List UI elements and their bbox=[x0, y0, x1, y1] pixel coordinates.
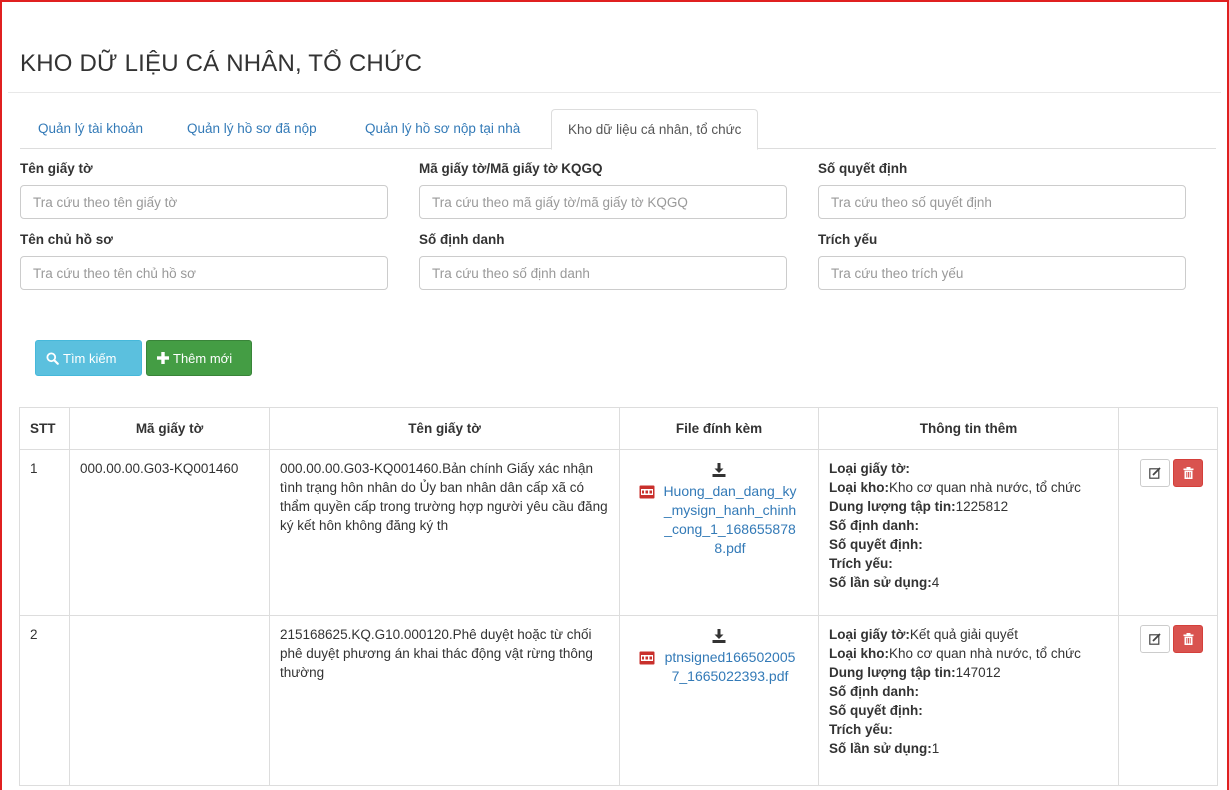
download-icon[interactable] bbox=[711, 462, 727, 478]
tab-submitted-records[interactable]: Quản lý hồ sơ đã nộp bbox=[187, 109, 317, 149]
tab-account-management[interactable]: Quản lý tài khoản bbox=[38, 109, 143, 149]
row-actions bbox=[1118, 449, 1218, 616]
document-code-label: Mã giấy tờ/Mã giấy tờ KQGQ bbox=[419, 161, 603, 176]
row-document-name: 000.00.00.G03-KQ001460.Bản chính Giấy xá… bbox=[269, 449, 620, 616]
info-decision-number: Số quyết định: bbox=[829, 537, 923, 552]
delete-button[interactable] bbox=[1173, 459, 1203, 487]
search-button[interactable]: Tìm kiếm bbox=[35, 340, 142, 376]
pdf-file-icon bbox=[639, 485, 655, 499]
row-attachment: Huong_dan_dang_ky_mysign_hanh_chinh_cong… bbox=[619, 449, 819, 616]
info-store-type: Loại kho:Kho cơ quan nhà nước, tổ chức bbox=[829, 646, 1081, 661]
pdf-file-icon bbox=[639, 651, 655, 665]
column-header-attachment: File đính kèm bbox=[619, 407, 819, 450]
identity-number-label: Số định danh bbox=[419, 232, 505, 247]
info-summary: Trích yếu: bbox=[829, 556, 893, 571]
owner-name-input[interactable] bbox=[20, 256, 388, 290]
info-identity-number: Số định danh: bbox=[829, 684, 919, 699]
row-extra-info: Loại giấy tờ: Loại kho:Kho cơ quan nhà n… bbox=[818, 449, 1119, 616]
owner-name-label: Tên chủ hồ sơ bbox=[20, 232, 113, 247]
plus-icon bbox=[157, 352, 169, 364]
document-name-label: Tên giấy tờ bbox=[20, 161, 93, 176]
info-usage-count: Số lần sử dụng:1 bbox=[829, 741, 940, 756]
row-stt: 2 bbox=[19, 615, 70, 786]
info-file-size: Dung lượng tập tin:1225812 bbox=[829, 499, 1009, 514]
document-code-input[interactable] bbox=[419, 185, 787, 219]
tab-bar: Quản lý tài khoản Quản lý hồ sơ đã nộp Q… bbox=[20, 109, 1216, 150]
edit-button[interactable] bbox=[1140, 459, 1170, 487]
identity-number-input[interactable] bbox=[419, 256, 787, 290]
search-icon bbox=[46, 351, 59, 365]
tab-personal-data-store[interactable]: Kho dữ liệu cá nhân, tổ chức bbox=[551, 109, 759, 150]
row-extra-info: Loại giấy tờ:Kết quả giải quyết Loại kho… bbox=[818, 615, 1119, 786]
row-stt: 1 bbox=[19, 449, 70, 616]
row-document-code: 000.00.00.G03-KQ001460 bbox=[69, 449, 270, 616]
tab-home-submitted-records[interactable]: Quản lý hồ sơ nộp tại nhà bbox=[365, 109, 520, 149]
attachment-link[interactable]: Huong_dan_dang_ky_mysign_hanh_chinh_cong… bbox=[639, 482, 799, 558]
row-document-code bbox=[69, 615, 270, 786]
edit-button[interactable] bbox=[1140, 625, 1170, 653]
download-icon[interactable] bbox=[711, 628, 727, 644]
column-header-document-code: Mã giấy tờ bbox=[69, 407, 270, 450]
info-identity-number: Số định danh: bbox=[829, 518, 919, 533]
column-header-stt: STT bbox=[19, 407, 70, 450]
trash-icon bbox=[1183, 467, 1193, 479]
trash-icon bbox=[1183, 633, 1193, 645]
document-name-input[interactable] bbox=[20, 185, 388, 219]
summary-input[interactable] bbox=[818, 256, 1186, 290]
edit-icon bbox=[1149, 467, 1161, 479]
documents-table: STT Mã giấy tờ Tên giấy tờ File đính kèm… bbox=[19, 407, 1218, 786]
info-usage-count: Số lần sử dụng:4 bbox=[829, 575, 940, 590]
table-row: 2 215168625.KQ.G10.000120.Phê duyệt hoặc… bbox=[19, 615, 1218, 786]
attachment-file-name: ptnsigned1665020057_1665022393.pdf bbox=[664, 649, 796, 684]
info-decision-number: Số quyết định: bbox=[829, 703, 923, 718]
decision-number-input[interactable] bbox=[818, 185, 1186, 219]
decision-number-label: Số quyết định bbox=[818, 161, 908, 176]
summary-label: Trích yếu bbox=[818, 232, 878, 247]
row-attachment: ptnsigned1665020057_1665022393.pdf bbox=[619, 615, 819, 786]
column-header-extra-info: Thông tin thêm bbox=[818, 407, 1119, 450]
info-store-type: Loại kho:Kho cơ quan nhà nước, tổ chức bbox=[829, 480, 1081, 495]
row-actions bbox=[1118, 615, 1218, 786]
info-summary: Trích yếu: bbox=[829, 722, 893, 737]
page-title: KHO DỮ LIỆU CÁ NHÂN, TỔ CHỨC bbox=[20, 50, 423, 77]
info-document-type: Loại giấy tờ:Kết quả giải quyết bbox=[829, 627, 1018, 642]
column-header-actions bbox=[1118, 407, 1218, 450]
title-divider bbox=[8, 92, 1221, 93]
delete-button[interactable] bbox=[1173, 625, 1203, 653]
attachment-link[interactable]: ptnsigned1665020057_1665022393.pdf bbox=[639, 648, 799, 686]
info-document-type: Loại giấy tờ: bbox=[829, 461, 910, 476]
row-document-name: 215168625.KQ.G10.000120.Phê duyệt hoặc t… bbox=[269, 615, 620, 786]
attachment-file-name: Huong_dan_dang_ky_mysign_hanh_chinh_cong… bbox=[663, 483, 797, 556]
info-file-size: Dung lượng tập tin:147012 bbox=[829, 665, 1001, 680]
add-new-button[interactable]: Thêm mới bbox=[146, 340, 252, 376]
add-new-button-label: Thêm mới bbox=[173, 350, 233, 366]
table-header-row: STT Mã giấy tờ Tên giấy tờ File đính kèm… bbox=[19, 407, 1218, 450]
table-row: 1 000.00.00.G03-KQ001460 000.00.00.G03-K… bbox=[19, 449, 1218, 616]
search-button-label: Tìm kiếm bbox=[63, 350, 117, 366]
edit-icon bbox=[1149, 633, 1161, 645]
column-header-document-name: Tên giấy tờ bbox=[269, 407, 620, 450]
